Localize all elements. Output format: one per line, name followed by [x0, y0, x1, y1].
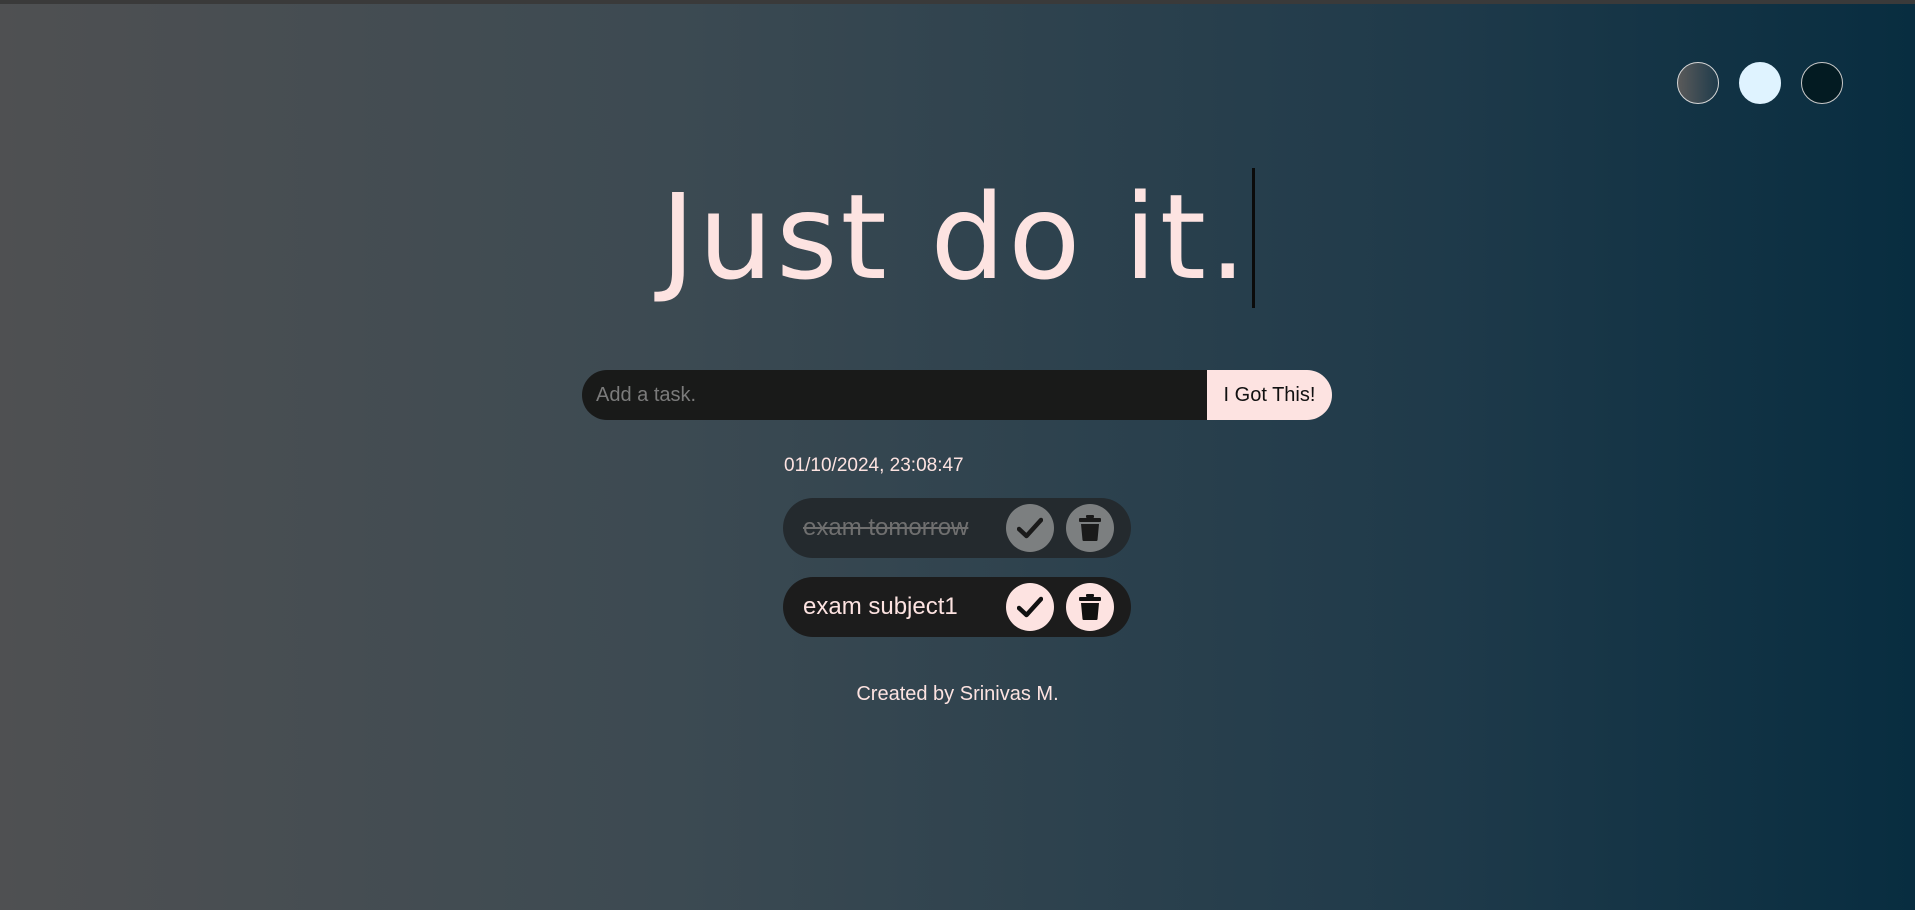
todo-text: exam subject1	[803, 593, 958, 620]
trash-icon	[1079, 515, 1101, 541]
page-title: Just do it.	[660, 160, 1255, 315]
header: Just do it.	[0, 160, 1915, 315]
datetime-display: 01/10/2024, 23:08:47	[784, 455, 964, 476]
todo-item: exam tomorrow	[783, 498, 1131, 558]
page-title-text: Just do it.	[660, 168, 1250, 306]
check-icon	[1017, 596, 1043, 618]
theme-switcher	[1677, 62, 1843, 104]
add-task-button[interactable]: I Got This!	[1207, 370, 1332, 420]
check-button[interactable]	[1006, 504, 1054, 552]
check-button[interactable]	[1006, 583, 1054, 631]
footer-credit: Created by Srinivas M.	[856, 683, 1059, 705]
trash-icon	[1079, 594, 1101, 620]
todo-list: exam tomorrow exam subject1	[783, 498, 1131, 656]
todo-text: exam tomorrow	[803, 514, 969, 541]
task-input[interactable]	[582, 370, 1207, 420]
darker-theme-button[interactable]	[1801, 62, 1843, 104]
delete-button[interactable]	[1066, 504, 1114, 552]
add-task-form: I Got This!	[582, 370, 1332, 420]
standard-theme-button[interactable]	[1677, 62, 1719, 104]
typing-cursor	[1251, 168, 1255, 308]
todo-item: exam subject1	[783, 577, 1131, 637]
light-theme-button[interactable]	[1739, 62, 1781, 104]
delete-button[interactable]	[1066, 583, 1114, 631]
window-top-edge	[0, 0, 1915, 4]
check-icon	[1017, 517, 1043, 539]
